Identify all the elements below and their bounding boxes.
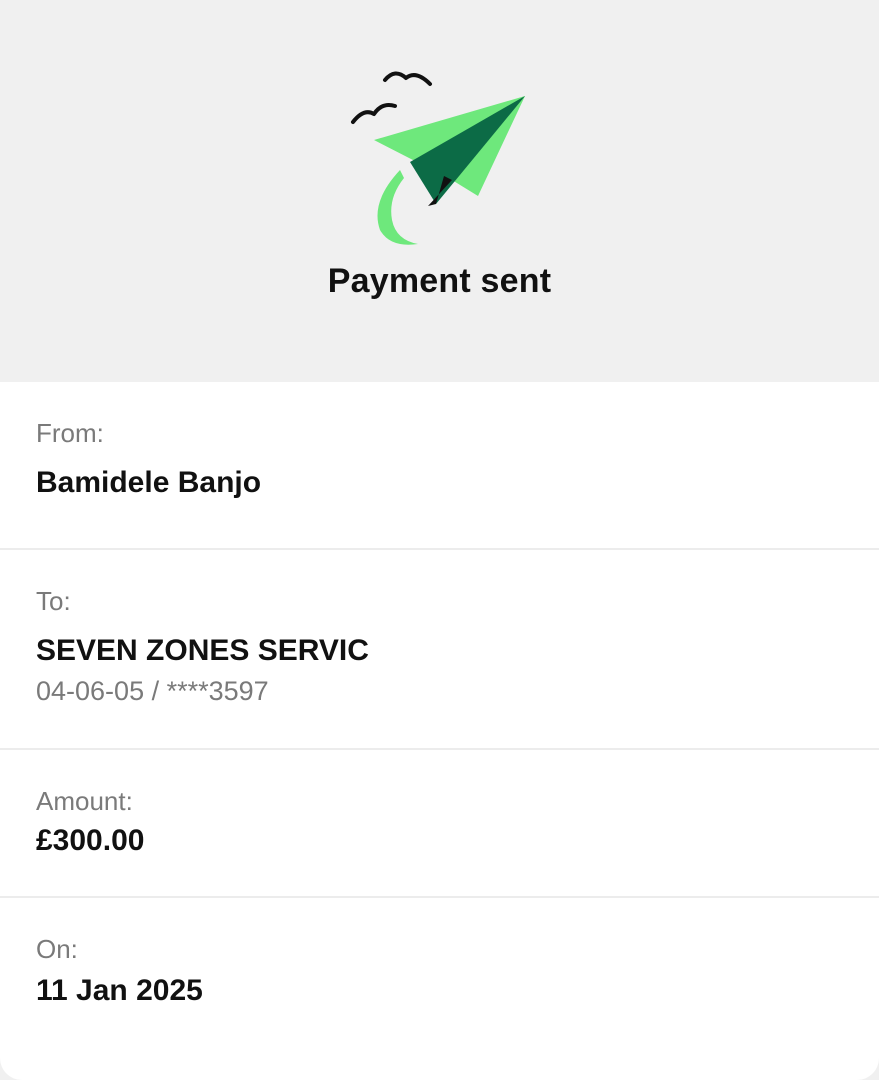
- page-title: Payment sent: [327, 262, 552, 300]
- date-value: 11 Jan 2025: [36, 974, 203, 1007]
- divider: [0, 548, 879, 550]
- divider: [0, 748, 879, 750]
- payment-details-card: From: Bamidele Banjo To: SEVEN ZONES SER…: [0, 382, 879, 1080]
- date-label: On:: [36, 934, 78, 964]
- divider: [0, 896, 879, 898]
- to-value: SEVEN ZONES SERVIC: [36, 634, 369, 667]
- from-value: Bamidele Banjo: [36, 466, 262, 499]
- paper-plane-icon: [340, 62, 540, 252]
- to-account-number: 04-06-05 / ****3597: [36, 676, 269, 706]
- confirmation-header: Payment sent: [0, 0, 879, 382]
- amount-label: Amount:: [36, 786, 133, 816]
- to-label: To:: [36, 586, 71, 616]
- from-label: From:: [36, 418, 104, 448]
- payment-confirmation-screen: Payment sent From: Bamidele Banjo To: SE…: [0, 0, 879, 1080]
- amount-value: £300.00: [36, 824, 145, 857]
